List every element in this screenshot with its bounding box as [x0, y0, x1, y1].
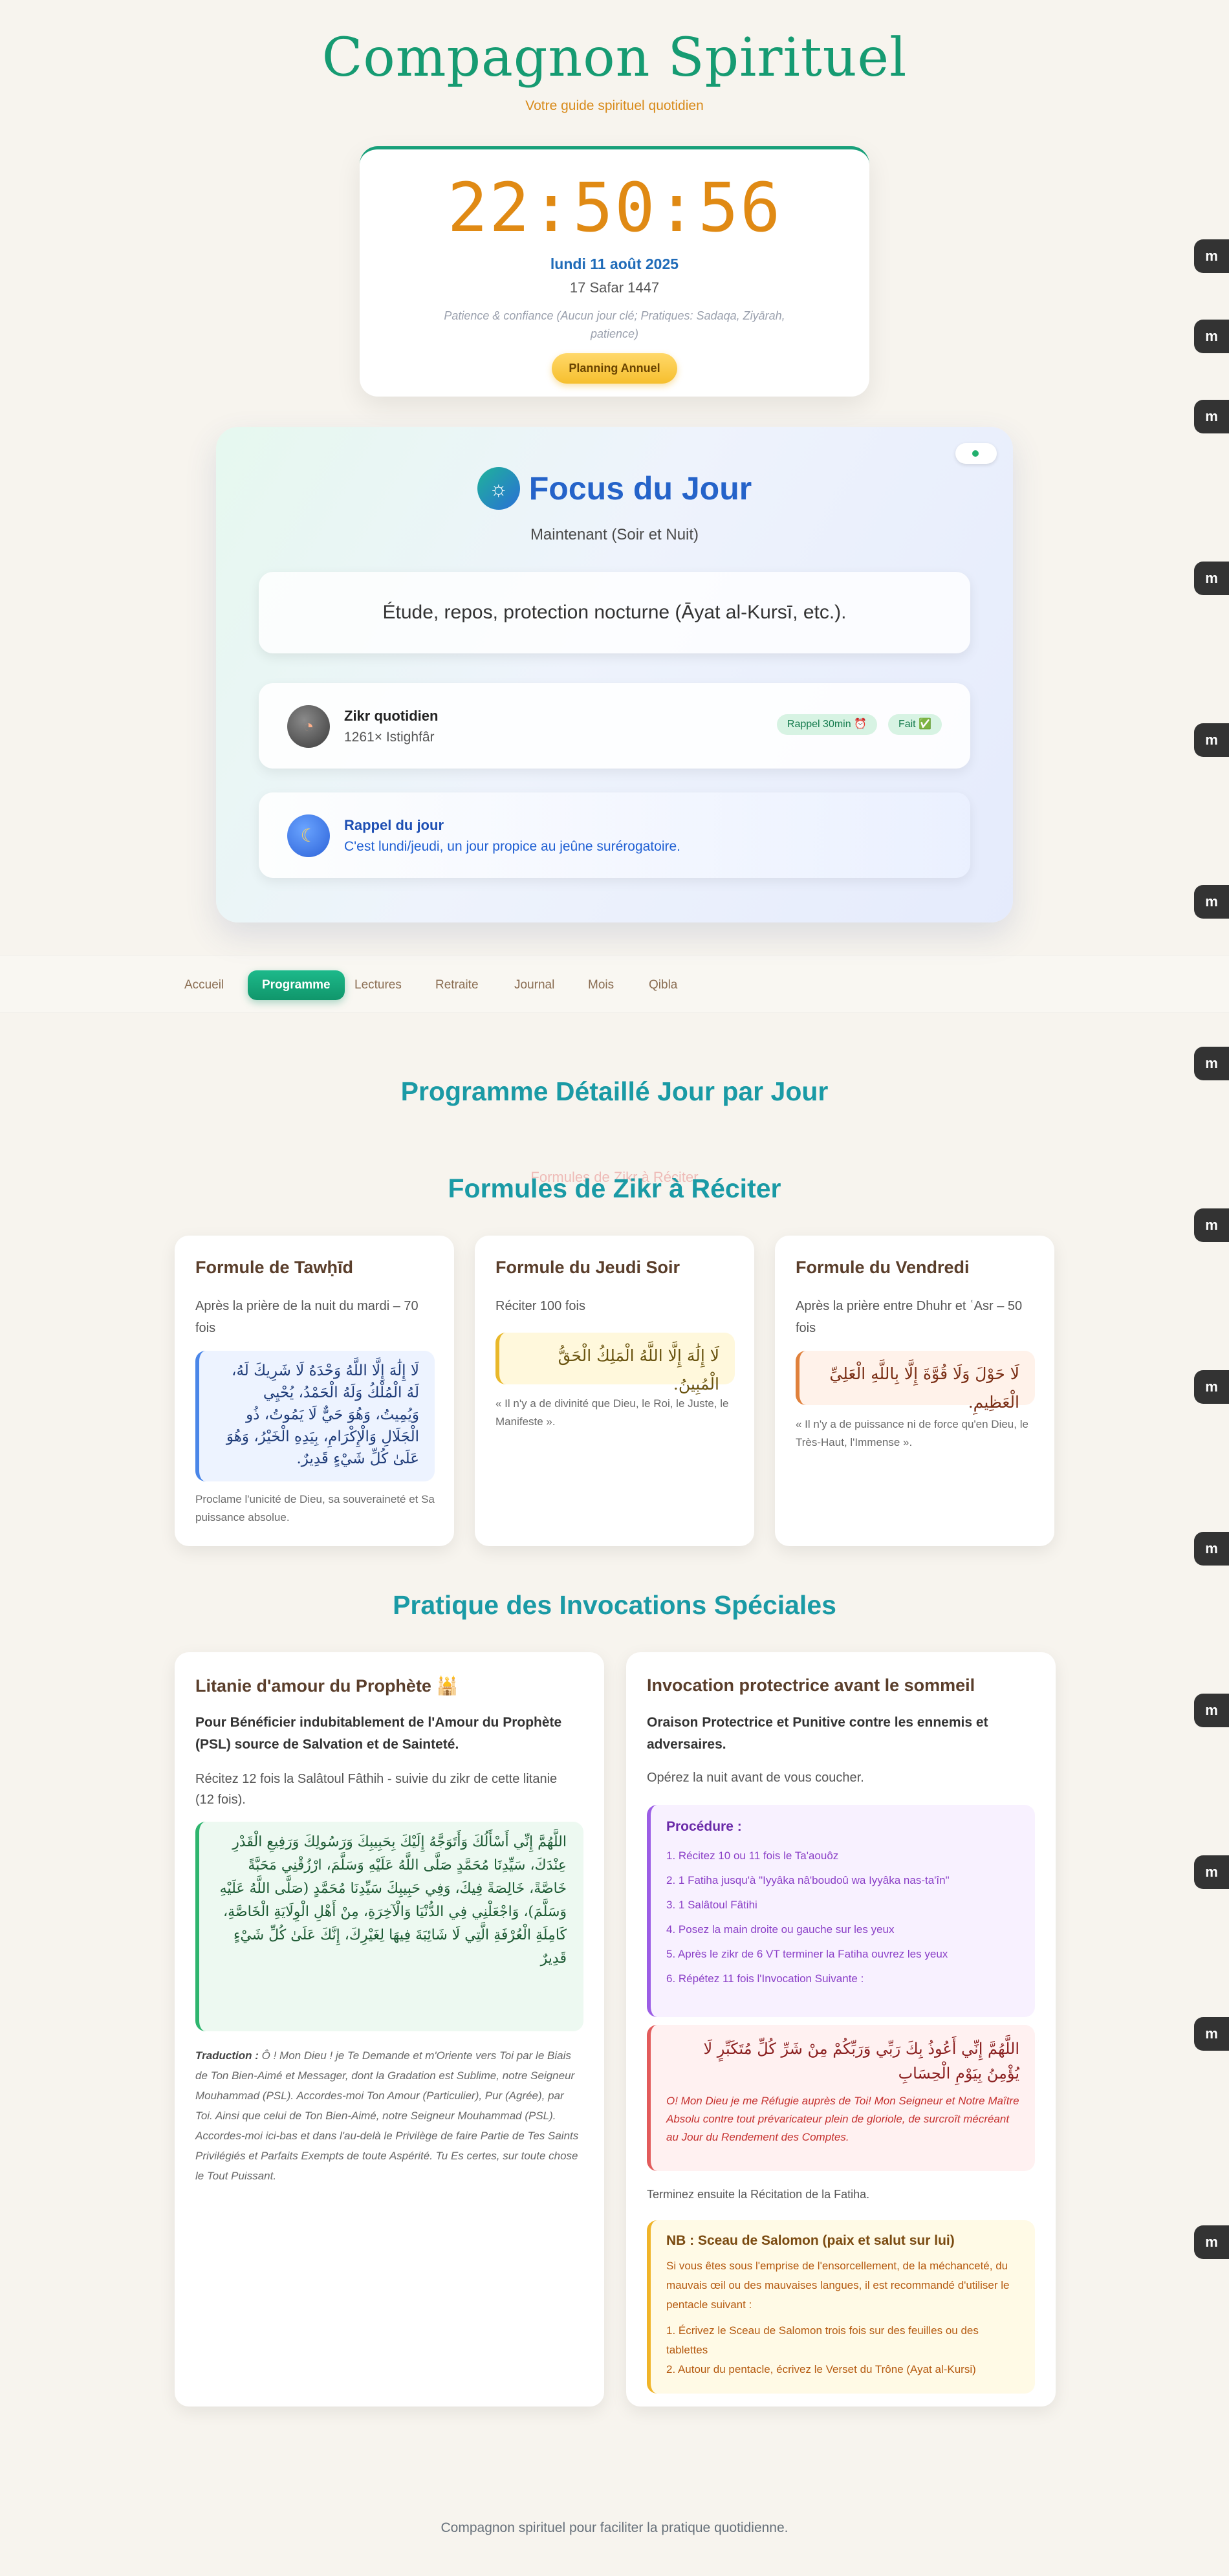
- nav-accueil[interactable]: Accueil: [170, 970, 238, 1000]
- side-widget-button[interactable]: m: [1194, 320, 1229, 353]
- rappel-text: C'est lundi/jeudi, un jour propice au je…: [344, 839, 680, 854]
- procedure-title: Procédure :: [666, 1819, 742, 1834]
- side-widget-button[interactable]: m: [1194, 2017, 1229, 2051]
- sommeil-instruction: Opérez la nuit avant de vous coucher.: [647, 1771, 864, 1785]
- sommeil-lead: Oraison Protectrice et Punitive contre l…: [647, 1715, 988, 1752]
- sun-icon: ☼: [477, 467, 520, 510]
- rappel-30min-button[interactable]: Rappel 30min ⏰: [776, 714, 877, 735]
- side-widget-button[interactable]: m: [1194, 1047, 1229, 1080]
- focus-toggle[interactable]: [955, 443, 997, 464]
- formules-title: Formules de Zikr à Réciter: [448, 1173, 781, 1203]
- side-widget-button[interactable]: m: [1194, 1370, 1229, 1404]
- zikr-quotidien-row: ◔ Zikr quotidien 1261× Istighfâr Rappel …: [259, 683, 970, 769]
- focus-card: ☼ Focus du Jour Maintenant (Soir et Nuit)…: [216, 427, 1013, 922]
- planning-annuel-button[interactable]: Planning Annuel: [552, 353, 677, 384]
- side-widget-button[interactable]: m: [1194, 1694, 1229, 1727]
- nb-step: 1. Écrivez le Sceau de Salomon trois foi…: [666, 2324, 979, 2356]
- formula-arabic: لَا حَوْلَ وَلَا قُوَّةَ إِلَّا بِاللَّه…: [796, 1351, 1035, 1412]
- formula-when: Après la prière entre Dhuhr et ʿAsr – 50…: [796, 1299, 1023, 1335]
- formula-card-jeudi: Formule du Jeudi Soir Réciter 100 fois ل…: [475, 1236, 754, 1546]
- procedure-box: Procédure : 1. Récitez 10 ou 11 fois le …: [647, 1805, 1035, 2017]
- side-widget-button[interactable]: m: [1194, 1855, 1229, 1889]
- moon-icon: ☾: [287, 814, 330, 857]
- nav-lectures[interactable]: Lectures: [340, 970, 416, 1000]
- formula-desc: Proclame l'unicité de Dieu, sa souverain…: [195, 1493, 435, 1523]
- procedure-step: 4. Posez la main droite ou gauche sur le…: [666, 1923, 895, 1936]
- tasbih-icon: ◔: [287, 705, 330, 748]
- side-widget-button[interactable]: m: [1194, 723, 1229, 757]
- procedure-step: 3. 1 Salâtoul Fâtihi: [666, 1899, 757, 1911]
- formula-when: Réciter 100 fois: [495, 1299, 585, 1313]
- invocations-title: Pratique des Invocations Spéciales: [393, 1590, 836, 1620]
- formula-title: Formule de Tawḥīd: [195, 1258, 354, 1277]
- protection-box: اللَّهُمَّ إِنِّي أَعُوذُ بِكَ رَبِّي وَ…: [647, 2025, 1035, 2171]
- side-widget-button[interactable]: m: [1194, 2225, 1229, 2259]
- litanie-translation: Traduction : Ô ! Mon Dieu ! je Te Demand…: [195, 2046, 583, 2186]
- procedure-step: 6. Répétez 11 fois l'Invocation Suivante…: [666, 1972, 864, 1985]
- formula-arabic: لَا إِلَٰهَ إِلَّا اللَّهُ الْمَلِكُ الْ…: [495, 1333, 735, 1393]
- clock-card: 22:50:56 lundi 11 août 2025 17 Safar 144…: [360, 146, 869, 397]
- sommeil-title: Invocation protectrice avant le sommeil: [647, 1675, 975, 1695]
- formula-card-tawhid: Formule de Tawḥīd Après la prière de la …: [175, 1236, 454, 1546]
- translation-text: Ô ! Mon Dieu ! je Te Demande et m'Orient…: [195, 2049, 579, 2182]
- side-widget-button[interactable]: m: [1194, 1532, 1229, 1566]
- formula-when: Après la prière de la nuit du mardi – 70…: [195, 1299, 419, 1335]
- footer-text: Compagnon spirituel pour faciliter la pr…: [440, 2520, 789, 2535]
- nav-qibla[interactable]: Qibla: [635, 970, 691, 1000]
- sommeil-card: Invocation protectrice avant le sommeil …: [626, 1652, 1056, 2407]
- clock-date: lundi 11 août 2025: [550, 256, 679, 272]
- formula-card-vendredi: Formule du Vendredi Après la prière entr…: [775, 1236, 1054, 1546]
- nb-text: Si vous êtes sous l'emprise de l'ensorce…: [666, 2260, 1010, 2311]
- zikr-count: 1261× Istighfâr: [344, 730, 435, 745]
- nav-retraite[interactable]: Retraite: [421, 970, 493, 1000]
- side-widget-button[interactable]: m: [1194, 400, 1229, 433]
- side-widget-button[interactable]: m: [1194, 239, 1229, 273]
- litanie-card: Litanie d'amour du Prophète 🕌 Pour Bénéf…: [175, 1652, 604, 2407]
- focus-title: Focus du Jour: [528, 470, 752, 507]
- site-subtitle: Votre guide spirituel quotidien: [525, 98, 704, 113]
- fait-button[interactable]: Fait ✅: [887, 714, 942, 735]
- protection-translation: O! Mon Dieu je me Réfugie auprès de Toi!…: [666, 2095, 1019, 2143]
- nb-step: 2. Autour du pentacle, écrivez le Verset…: [666, 2363, 976, 2375]
- zikr-title: Zikr quotidien: [344, 708, 439, 724]
- litanie-arabic: اللَّهُمَّ إِنِّي أَسْأَلُكَ وَأَتَوَجَّ…: [195, 1822, 583, 2031]
- formula-arabic: لَا إِلَٰهَ إِلَّا اللَّهُ وَحْدَهُ لَا …: [195, 1351, 435, 1481]
- site-title: Compagnon Spirituel: [321, 27, 908, 89]
- fatiha-end-note: Terminez ensuite la Récitation de la Fat…: [647, 2188, 870, 2201]
- nb-box: NB : Sceau de Salomon (paix et salut sur…: [647, 2220, 1035, 2394]
- hijri-date: 17 Safar 1447: [569, 279, 660, 296]
- litanie-lead: Pour Bénéficier indubitablement de l'Amo…: [195, 1715, 562, 1752]
- programme-title: Programme Détaillé Jour par Jour: [400, 1076, 829, 1106]
- formula-title: Formule du Vendredi: [796, 1258, 970, 1277]
- side-widget-button[interactable]: m: [1194, 885, 1229, 919]
- rappel-title: Rappel du jour: [344, 817, 444, 833]
- formula-desc: « Il n'y a de divinité que Dieu, le Roi,…: [495, 1397, 729, 1428]
- procedure-step: 1. Récitez 10 ou 11 fois le Ta'aouôz: [666, 1850, 839, 1862]
- formula-title: Formule du Jeudi Soir: [495, 1258, 680, 1277]
- formula-desc: « Il n'y a de puissance ni de force qu'e…: [796, 1418, 1028, 1448]
- focus-subtitle: Maintenant (Soir et Nuit): [530, 526, 699, 543]
- nav-programme[interactable]: Programme: [248, 970, 345, 1000]
- litanie-instruction: Récitez 12 fois la Salâtoul Fâthih - sui…: [195, 1772, 558, 1807]
- litanie-title: Litanie d'amour du Prophète 🕌: [195, 1676, 459, 1696]
- procedure-step: 5. Après le zikr de 6 VT terminer la Fat…: [666, 1948, 948, 1960]
- side-widget-button[interactable]: m: [1194, 1208, 1229, 1242]
- day-note: Patience & confiance (Aucun jour clé; Pr…: [444, 309, 785, 340]
- nb-title: NB : Sceau de Salomon (paix et salut sur…: [666, 2233, 955, 2248]
- focus-header: ☼ Focus du Jour: [216, 467, 1013, 510]
- protection-arabic: اللَّهُمَّ إِنِّي أَعُوذُ بِكَ رَبِّي وَ…: [703, 2040, 1019, 2082]
- rappel-du-jour-row: ☾ Rappel du jour C'est lundi/jeudi, un j…: [259, 792, 970, 878]
- clock-time: 22:50:56: [447, 168, 782, 247]
- translation-label: Traduction :: [195, 2049, 259, 2062]
- main-nav: Accueil Programme Lectures Retraite Jour…: [0, 955, 1229, 1013]
- focus-main-activity: Étude, repos, protection nocturne (Āyat …: [259, 572, 970, 653]
- procedure-step: 2. 1 Fatiha jusqu'à "Iyyâka nâ'boudoû wa…: [666, 1874, 950, 1886]
- side-widget-button[interactable]: m: [1194, 562, 1229, 595]
- nav-journal[interactable]: Journal: [500, 970, 569, 1000]
- nav-mois[interactable]: Mois: [574, 970, 628, 1000]
